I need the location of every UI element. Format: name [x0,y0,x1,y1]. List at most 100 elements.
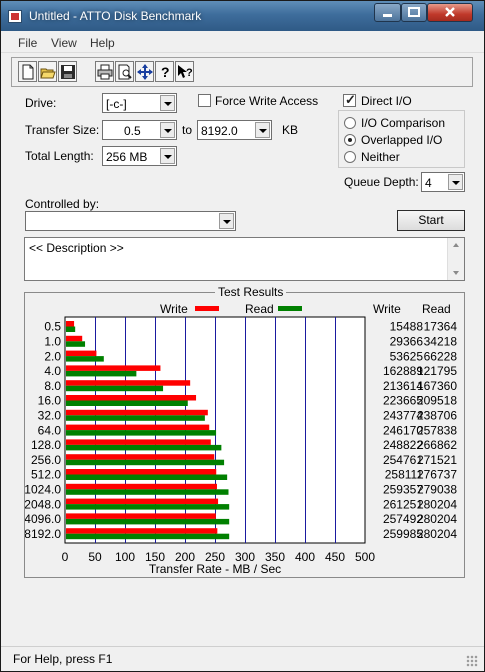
menu-bar: File View Help [1,31,484,53]
total-length-select[interactable]: 256 MB [102,146,177,166]
close-icon [445,7,455,17]
y-tick-label: 128.0 [31,438,61,452]
new-button[interactable] [18,61,37,82]
toolbar: ? ? [11,57,473,87]
legend-read-swatch [278,306,302,311]
description-scrollbar[interactable] [447,238,464,280]
svg-text:?: ? [186,67,193,79]
force-write-access-checkbox[interactable] [198,94,211,107]
y-tick-label: 512.0 [31,468,61,482]
y-tick-label: 8192.0 [25,527,61,541]
y-tick-label: 2048.0 [25,497,61,511]
read-value: 238706 [417,408,457,422]
direct-io-label: Direct I/O [361,94,412,108]
menu-view[interactable]: View [51,36,77,50]
read-bar [66,400,188,406]
open-icon [40,68,56,79]
save-icon [61,65,75,79]
read-bar [66,326,76,332]
print-preview-icon [118,64,132,80]
write-bar [66,365,161,371]
neither-radio[interactable] [344,151,356,163]
read-bar [66,430,217,436]
description-text: << Description >> [29,241,124,255]
y-tick-label: 4.0 [44,364,61,378]
y-tick-label: 8.0 [44,379,61,393]
help-icon: ? [161,64,170,80]
read-value: 280204 [417,512,457,526]
write-bar [66,454,215,460]
read-bar [66,504,230,510]
title-bar[interactable]: Untitled - ATTO Disk Benchmark [1,1,484,31]
close-button[interactable] [427,3,473,22]
print-button[interactable] [95,61,114,82]
read-value: 276737 [417,468,457,482]
chevron-down-icon [160,95,175,111]
table-header-read: Read [422,302,451,316]
transfer-size-from-value: 0.5 [124,124,141,138]
maximize-button[interactable] [401,3,427,22]
transfer-size-from-select[interactable]: 0.5 [102,120,177,140]
to-label: to [182,123,193,137]
write-bar [66,439,211,445]
menu-file[interactable]: File [18,36,37,50]
x-tick-label: 100 [115,550,135,564]
start-button[interactable]: Start [397,210,465,231]
context-help-button[interactable]: ? [175,61,194,82]
resize-grip-icon[interactable] [466,655,478,667]
read-bar [66,341,86,347]
write-bar [66,483,217,490]
save-button[interactable] [58,61,77,82]
table-header-write: Write [373,302,401,316]
minimize-button[interactable] [374,3,401,22]
queue-depth-select[interactable]: 4 [421,172,465,192]
y-tick-label: 4096.0 [25,512,61,526]
read-value: 279038 [417,482,457,496]
x-tick-label: 500 [355,550,375,564]
open-button[interactable] [38,61,57,82]
scroll-up-icon [453,243,459,247]
read-bar [66,415,205,421]
chevron-down-icon [160,122,175,138]
controlled-by-select[interactable] [25,211,236,231]
move-button[interactable] [135,61,154,82]
read-value: 167360 [417,379,457,393]
chevron-down-icon [448,174,463,190]
y-tick-label: 2.0 [44,349,61,363]
queue-depth-value: 4 [425,176,432,190]
read-bar [66,474,228,480]
io-comparison-radio[interactable] [344,117,356,129]
window-title: Untitled - ATTO Disk Benchmark [29,9,202,23]
read-bar [66,385,164,392]
minimize-icon [383,14,392,17]
app-window: Untitled - ATTO Disk Benchmark File View… [0,0,485,672]
x-tick-label: 400 [295,550,315,564]
results-chart: 0 50 100 150 200 250 300 350 400 450 5000.5 15488 17… [25,302,457,576]
print-preview-button[interactable] [115,61,134,82]
drive-select[interactable]: [-c-] [102,93,177,113]
overlapped-io-radio[interactable] [344,134,356,146]
menu-help[interactable]: Help [90,36,115,50]
help-button[interactable]: ? [155,61,174,82]
transfer-size-to-select[interactable]: 8192.0 [197,120,272,140]
write-bar [66,380,191,386]
app-icon [8,10,22,23]
move-icon [137,64,153,80]
description-box[interactable]: << Description >> [24,237,465,281]
write-value: 15488 [390,320,424,334]
write-bar [66,409,208,416]
direct-io-checkbox[interactable] [343,92,356,108]
read-bar [66,489,229,495]
write-bar [66,395,197,401]
write-value: 53625 [390,349,424,363]
io-comparison-label: I/O Comparison [361,116,446,130]
x-axis-label: Transfer Rate - MB / Sec [149,562,281,576]
write-bar [66,498,219,505]
total-length-value: 256 MB [106,150,148,164]
x-tick-label: 450 [325,550,345,564]
write-bar [66,528,218,534]
drive-value: [-c-] [106,97,127,111]
read-bar [66,356,104,362]
x-tick-label: 50 [88,550,102,564]
force-write-access-label: Force Write Access [215,94,319,108]
